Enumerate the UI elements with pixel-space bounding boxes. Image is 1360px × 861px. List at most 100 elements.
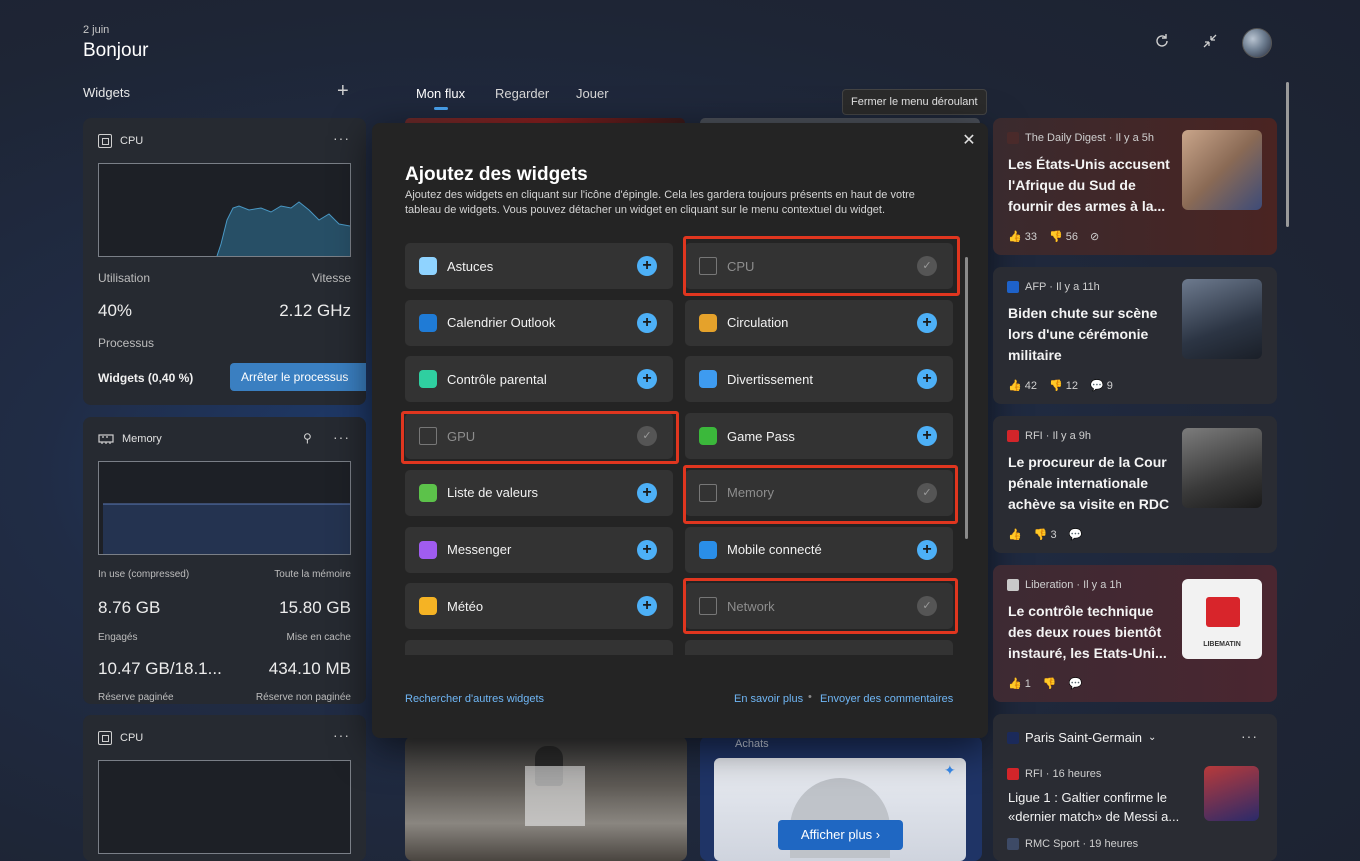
add-widget-button[interactable]: +: [637, 369, 657, 390]
add-widget-plus-icon[interactable]: +: [337, 80, 349, 103]
dislike-icon[interactable]: 👎 12: [1049, 379, 1078, 392]
cpu-widget-card: CPU ··· Utilisation Vitesse 40% 2.12 GHz…: [83, 118, 366, 405]
widget-row-liste-de-valeurs[interactable]: Liste de valeurs +: [405, 469, 673, 516]
add-widget-button[interactable]: +: [917, 312, 937, 333]
widget-row-divertissement[interactable]: Divertissement +: [685, 356, 953, 403]
like-icon[interactable]: 👍: [1008, 528, 1022, 541]
pin-icon[interactable]: ⚲: [303, 431, 312, 445]
dislike-icon[interactable]: 👎 56: [1049, 230, 1078, 243]
tab-mon-flux[interactable]: Mon flux: [416, 86, 465, 101]
comment-icon[interactable]: 💬: [1069, 528, 1083, 541]
widget-row-label: Liste de valeurs: [447, 485, 539, 501]
dislike-icon[interactable]: 👎 3: [1034, 528, 1057, 541]
show-more-button[interactable]: Afficher plus ›: [778, 820, 903, 850]
collapse-icon[interactable]: [1198, 32, 1222, 56]
news-card[interactable]: AFP · Il y a 11h Biden chute sur scène l…: [993, 267, 1277, 404]
hide-icon[interactable]: ⊘: [1090, 230, 1099, 243]
widget-row-calendrier-outlook[interactable]: Calendrier Outlook +: [405, 299, 673, 346]
widgets-label: Widgets: [83, 85, 130, 100]
widget-row-contr-le-parental[interactable]: Contrôle parental +: [405, 356, 673, 403]
stop-process-button[interactable]: Arrêter le processus: [230, 363, 366, 391]
news-stats: 👍 👎 3 💬: [1008, 528, 1082, 541]
weather-icon: [419, 597, 437, 616]
source-logo-icon: [1007, 281, 1019, 293]
card-more-icon[interactable]: ···: [333, 130, 350, 146]
add-widget-button[interactable]: +: [917, 426, 937, 447]
card-more-icon[interactable]: ···: [333, 727, 350, 743]
widget-row-messenger[interactable]: Messenger +: [405, 526, 673, 573]
chart-up-icon: [419, 483, 437, 502]
show-more-label: Afficher plus: [800, 827, 873, 842]
likes-count: 1: [1024, 678, 1031, 690]
add-widget-button[interactable]: +: [917, 539, 937, 560]
dislikes-count: 56: [1065, 231, 1079, 243]
news-headline: Biden chute sur scène lors d'une cérémon…: [1008, 305, 1158, 363]
cpu-usage-graph: [98, 163, 351, 257]
widget-row-label: Messenger: [447, 542, 512, 557]
chevron-down-icon[interactable]: ⌄: [1148, 732, 1156, 743]
news-card[interactable]: The Daily Digest · Il y a 5h Les États-U…: [993, 118, 1277, 255]
comment-icon[interactable]: 💬 9: [1090, 379, 1113, 392]
widget-row-circulation[interactable]: Circulation +: [685, 299, 953, 346]
date: 2 juin: [83, 24, 110, 36]
news-card[interactable]: Liberation · Il y a 1h Le contrôle techn…: [993, 565, 1277, 702]
highlight-cpu: [683, 236, 960, 296]
in-use-value: 8.76 GB: [98, 598, 161, 617]
feedback-link[interactable]: Envoyer des commentaires: [820, 693, 953, 705]
news-thumbnail: [1182, 279, 1262, 359]
comments-count: 9: [1106, 380, 1113, 392]
highlight-network: [683, 578, 958, 634]
avatar[interactable]: [1242, 28, 1272, 58]
cpu-usage-graph-2: [98, 760, 351, 854]
page-scrollbar[interactable]: [1286, 82, 1289, 227]
widget-row-astuces[interactable]: Astuces +: [405, 243, 673, 289]
add-widget-button[interactable]: +: [637, 312, 657, 333]
source-logo-icon: [1007, 768, 1019, 780]
card-more-icon[interactable]: ···: [333, 429, 350, 445]
dislike-icon[interactable]: 👎: [1043, 677, 1057, 690]
memory-card-title: Memory: [122, 433, 162, 445]
cpu-widget-card-2: CPU ···: [83, 715, 366, 861]
dialog-title: Ajoutez des widgets: [405, 164, 588, 185]
tab-regarder[interactable]: Regarder: [495, 86, 549, 101]
close-icon[interactable]: ✕: [958, 130, 980, 152]
refresh-icon[interactable]: [1150, 32, 1174, 56]
tab-jouer[interactable]: Jouer: [576, 86, 609, 101]
search-widgets-link[interactable]: Rechercher d'autres widgets: [405, 693, 544, 705]
like-icon[interactable]: 👍 42: [1008, 379, 1037, 392]
news-card[interactable]: RFI · Il y a 9h Le procureur de la Cour …: [993, 416, 1277, 553]
widget-row-label: Calendrier Outlook: [447, 315, 556, 331]
vitesse-value: 2.12 GHz: [279, 301, 351, 320]
card-more-icon[interactable]: ···: [1241, 728, 1258, 744]
add-widget-button[interactable]: +: [637, 256, 657, 276]
psg-card[interactable]: Paris Saint-Germain ⌄ ··· RFI · 16 heure…: [993, 714, 1277, 861]
news-source: The Daily Digest · Il y a 5h: [1007, 132, 1154, 144]
thumb-caption: LIBEMATIN: [1203, 641, 1241, 648]
widget-row-game-pass[interactable]: Game Pass +: [685, 413, 953, 460]
like-icon[interactable]: 👍 33: [1008, 230, 1037, 243]
add-widget-button[interactable]: +: [637, 539, 657, 560]
cpu-card-2-header: CPU: [98, 731, 143, 745]
news-stats: 👍 33 👎 56 ⊘: [1008, 230, 1099, 243]
shopping-tile[interactable]: Achats ✦ Afficher plus ›: [700, 736, 982, 861]
widget-row-mobile-connect-[interactable]: Mobile connecté +: [685, 526, 953, 573]
news-source-text: Liberation · Il y a 1h: [1025, 579, 1122, 591]
comment-icon[interactable]: 💬: [1069, 677, 1083, 690]
add-widget-button[interactable]: +: [637, 596, 657, 617]
widget-row-partial[interactable]: [405, 640, 673, 655]
like-icon[interactable]: 👍 1: [1008, 677, 1031, 690]
lightbulb-icon: [419, 257, 437, 275]
feed-photo-tile[interactable]: [405, 736, 687, 861]
widget-row-partial[interactable]: [685, 640, 953, 655]
widget-list-scrollbar[interactable]: [965, 257, 968, 539]
add-widget-button[interactable]: +: [637, 482, 657, 503]
news-headline: Le contrôle technique des deux roues bie…: [1008, 603, 1167, 661]
xbox-icon: [699, 427, 717, 446]
psg-title: Paris Saint-Germain: [1025, 730, 1143, 745]
ram-icon: [98, 434, 114, 444]
chip-icon: [98, 731, 112, 745]
memory-widget-card: Memory ⚲ ··· In use (compressed) Toute l…: [83, 417, 366, 704]
add-widget-button[interactable]: +: [917, 369, 937, 390]
learn-more-link[interactable]: En savoir plus: [734, 693, 803, 705]
widget-row-m-t-o[interactable]: Météo +: [405, 583, 673, 630]
